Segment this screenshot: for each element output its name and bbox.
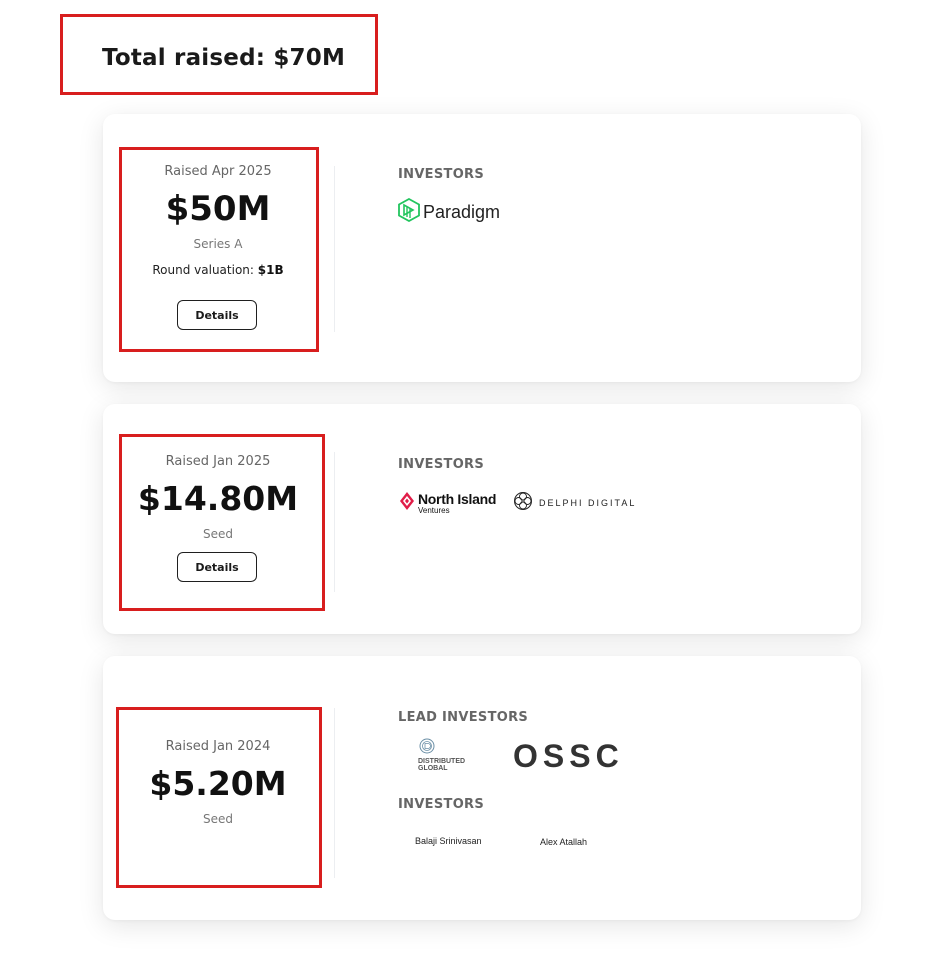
raised-date: Raised Apr 2025: [164, 164, 272, 179]
card-divider: [334, 708, 335, 878]
investor-name: DELPHI DIGITAL: [539, 498, 637, 508]
investor-alex-atallah[interactable]: Alex Atallah: [540, 837, 587, 847]
round-valuation: Round valuation: $1B: [103, 263, 333, 277]
details-button[interactable]: Details: [177, 300, 257, 330]
funding-round-card: Raised Jan 2025 $14.80M Seed Details INV…: [103, 404, 861, 634]
investor-subtitle: Ventures: [418, 505, 450, 515]
north-island-logo-icon: [399, 491, 415, 515]
investor-name: North Island: [418, 490, 497, 507]
funding-round-card: Raised Jan 2024 $5.20M Seed LEAD INVESTO…: [103, 656, 861, 920]
investors-label: INVESTORS: [398, 797, 485, 812]
lead-investor-logo-ossc[interactable]: OSSC: [513, 738, 624, 774]
valuation-label: Round valuation:: [152, 263, 258, 277]
card-divider: [334, 452, 335, 592]
investor-logo-paradigm[interactable]: Paradigm: [398, 197, 501, 226]
investor-name-line2: GLOBAL: [418, 765, 448, 773]
lead-investor-logo-distributed-global[interactable]: DISTRIBUTED GLOBAL: [418, 738, 465, 773]
round-amount: $5.20M: [149, 764, 287, 803]
raised-date: Raised Jan 2024: [165, 739, 271, 754]
investor-name: Balaji Srinivasan: [415, 836, 482, 846]
valuation-value: $1B: [257, 263, 284, 277]
lead-investors-label: LEAD INVESTORS: [398, 710, 529, 725]
investor-name: Alex Atallah: [540, 837, 588, 847]
round-stage: Seed: [203, 527, 233, 541]
round-stage: Series A: [193, 237, 243, 251]
round-stage: Seed: [203, 812, 233, 826]
investors-label: INVESTORS: [398, 457, 485, 472]
distributed-global-logo-icon: [419, 738, 435, 758]
round-amount: $50M: [165, 189, 271, 229]
investor-logo-north-island[interactable]: North Island Ventures: [399, 492, 496, 514]
investor-name-line1: DISTRIBUTED: [418, 758, 466, 765]
investor-logo-delphi-digital[interactable]: DELPHI DIGITAL: [513, 491, 637, 515]
total-raised-heading: Total raised: $70M: [102, 45, 346, 71]
north-island-wordmark: North Island Ventures: [418, 492, 496, 515]
delphi-digital-logo-icon: [513, 491, 533, 515]
investor-name: Paradigm: [423, 201, 501, 222]
card-divider: [334, 166, 335, 332]
details-button[interactable]: Details: [177, 552, 257, 582]
paradigm-logo-icon: [398, 197, 420, 226]
investors-label: INVESTORS: [398, 167, 485, 182]
round-amount: $14.80M: [137, 479, 299, 518]
investor-name: OSSC: [513, 737, 624, 774]
raised-date: Raised Jan 2025: [165, 454, 271, 469]
funding-round-card: Raised Apr 2025 $50M Series A Round valu…: [103, 114, 861, 382]
investor-balaji-srinivasan[interactable]: Balaji Srinivasan: [415, 836, 482, 846]
